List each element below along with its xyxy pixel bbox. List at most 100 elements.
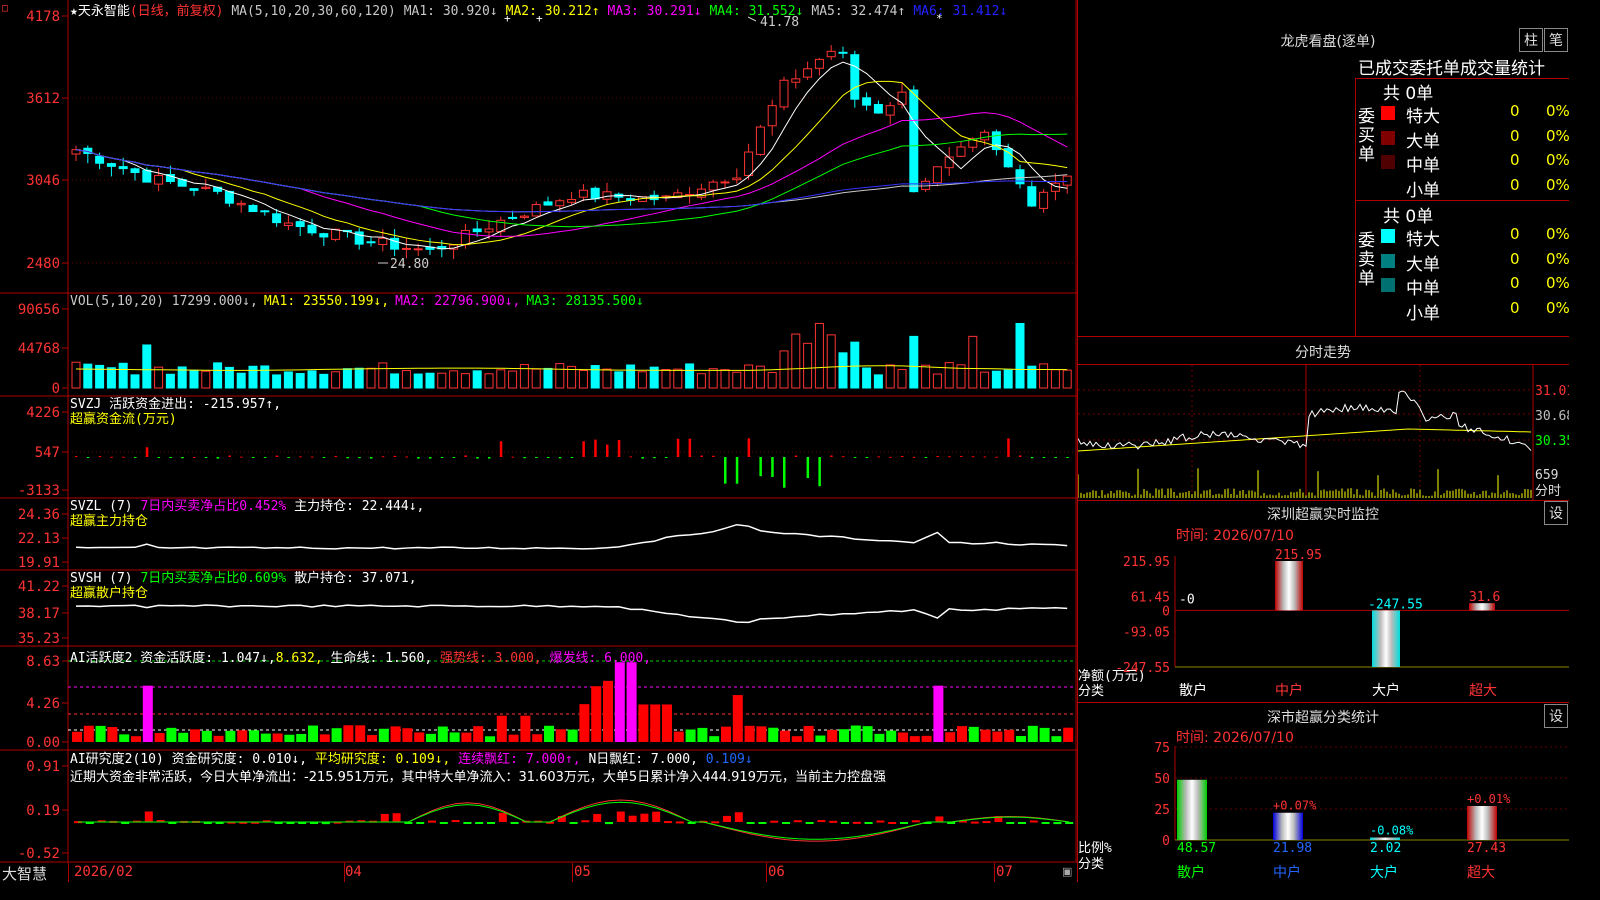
svzj-bar (653, 457, 656, 459)
svzj-bar (86, 457, 90, 459)
svzj-bar (547, 457, 550, 458)
candle-body (130, 168, 140, 173)
volume-bar (319, 373, 329, 389)
order-row-p: 0% (1546, 175, 1570, 194)
ai-activity-bar (520, 715, 531, 742)
svzj-bar (252, 457, 255, 458)
bar-view-button[interactable]: 柱 (1519, 28, 1543, 52)
svzj-bar (582, 441, 585, 457)
sz-monitor-ylabel: 净额(万元) (1078, 669, 1146, 684)
candle-body (885, 105, 895, 116)
svzj-bar (1054, 457, 1057, 458)
svzj-bar (1007, 438, 1010, 457)
sz-monitor-category: 大户 (1372, 682, 1400, 699)
ai-activity-bar (544, 725, 554, 742)
svzj-bar (558, 457, 562, 459)
ai-activity-bar (449, 732, 460, 742)
ai-research-bar (876, 820, 885, 823)
ai-activity-bar (827, 729, 838, 742)
volume-bar (331, 371, 341, 389)
svzl-prefix: SVZL (7) (70, 499, 133, 514)
candle-body (791, 78, 801, 83)
kline-chart-area[interactable]: 4178 3612 3046 2480 90656 44768 0 4226 5… (0, 0, 1077, 882)
ai2-research: AI研究度2(10) 资金研究度: 0.010↓, (70, 752, 308, 767)
sz-stats-bar (1467, 805, 1497, 840)
ai-activity-bar (249, 730, 259, 742)
ai-research-bar (392, 813, 401, 822)
svsh-ratio: 7日内买卖净占比0.609% (140, 571, 287, 586)
svzj-bar (594, 439, 597, 457)
intraday-chart[interactable]: 31.01 30.68 30.35 659 分时 (1078, 365, 1569, 500)
intraday-vol-max: 659 (1535, 468, 1558, 483)
candle-body (567, 199, 577, 203)
ai-activity-bar (532, 734, 543, 742)
sz-stats-settings-button[interactable]: 设 (1544, 704, 1568, 728)
volume-bar (1015, 322, 1025, 389)
ai-activity-bar (485, 736, 495, 742)
order-row-v: 0 (1510, 151, 1520, 169)
lock-icon[interactable]: ▣ (1062, 865, 1072, 878)
volume-bar (685, 363, 695, 389)
ai-activity-bar (579, 704, 590, 742)
sz-stats-bar (1177, 779, 1207, 840)
stock-period[interactable]: (日线，前复权) (130, 4, 224, 19)
svsh-tick: 35.23 (18, 631, 60, 647)
svzj-bar (629, 456, 633, 458)
volume-bar (626, 364, 636, 389)
order-row-p: 0% (1546, 225, 1570, 243)
stock-star-icon[interactable]: ★ (70, 4, 78, 19)
sz-stats-change: +0.01% (1467, 792, 1511, 806)
ai-activity-bar (909, 736, 920, 742)
ai-research-bar (734, 812, 743, 822)
ai-activity-bar (650, 704, 661, 742)
stock-name[interactable]: 天永智能 (78, 4, 130, 19)
sz-stats-bar (1370, 837, 1400, 840)
candle-body (720, 181, 730, 184)
low-price-mark: 24.80 (390, 257, 429, 272)
sz-monitor-xlabel: 分类 (1078, 684, 1104, 699)
sz-stats-change: -0.08% (1370, 823, 1414, 837)
ai-activity-bar (780, 730, 790, 742)
svzl-subtitle: 超赢主力持仓 (70, 514, 149, 529)
candle-body (932, 166, 942, 184)
ai-research-bar (581, 820, 590, 823)
date-label: 05 (574, 864, 591, 880)
ai2-tick: 0.19 (26, 803, 60, 819)
candle-body (909, 89, 919, 193)
price-tick: 3046 (26, 173, 60, 189)
svzj-bar (665, 457, 668, 458)
volume-bar (130, 374, 140, 389)
sz-monitor-category: 超大 (1469, 683, 1497, 699)
svzj-bar (157, 457, 161, 458)
candle-body (331, 228, 341, 240)
ai2-summary: 近期大资金非常活跃，今日大单净流出：-215.951万元，其中特大单净流入：31… (70, 770, 886, 785)
ai-research-bar (675, 821, 684, 824)
ai-activity-bar (673, 731, 684, 742)
tick-view-button[interactable]: 笔 (1544, 28, 1568, 52)
ai1-legend: AI活跃度2 资金活跃度: 1.047↓,8.632, 生命线: 1.560, … (70, 647, 651, 666)
price-tick: 3612 (26, 91, 60, 107)
volume-bar (791, 333, 801, 389)
candle-body (732, 177, 742, 181)
intraday-tick: 30.35 (1535, 434, 1569, 449)
sz-stats-tick: 75 (1154, 741, 1170, 756)
svzl-tick: 19.91 (18, 555, 60, 571)
svzj-bar (240, 456, 243, 458)
order-row-v: 0 (1510, 126, 1520, 145)
svzj-title: SVZJ 活跃资金进出: -215.957↑, (70, 397, 282, 412)
svzj-bar (358, 457, 361, 459)
order-row-v: 0 (1510, 102, 1520, 120)
volume-bar (248, 365, 258, 389)
sz-monitor-settings-button[interactable]: 设 (1544, 501, 1568, 525)
ai-activity-bar (343, 725, 354, 742)
candle-body (779, 79, 789, 108)
svzj-bar (889, 456, 892, 458)
order-row-n: 中单 (1406, 279, 1440, 299)
settings-marker-icon[interactable]: □ (2, 3, 8, 14)
volume-bar (272, 374, 282, 389)
ai-activity-bar (850, 725, 861, 742)
sz-stats-category: 中户 (1273, 864, 1301, 881)
date-label: 04 (345, 864, 362, 880)
longhu-title: 龙虎看盘(逐单) (1280, 34, 1376, 50)
svzj-bar (440, 457, 444, 459)
